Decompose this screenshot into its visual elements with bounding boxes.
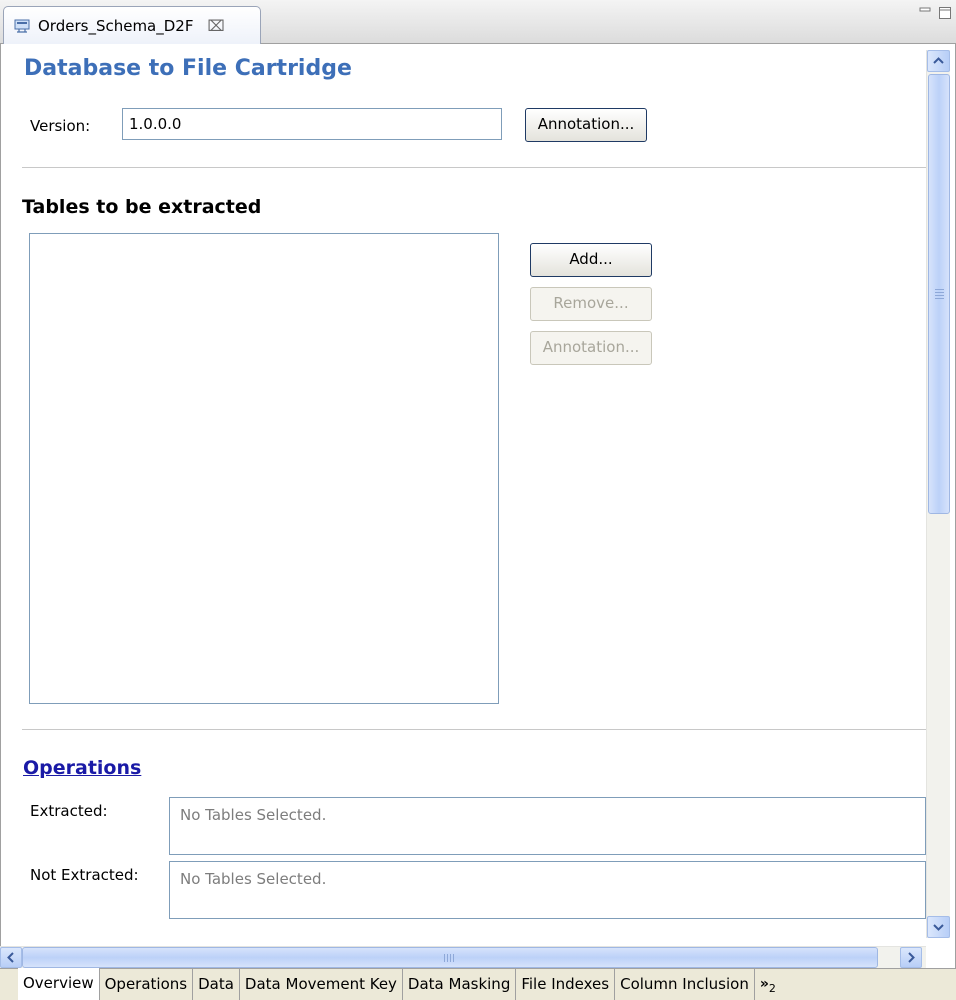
operations-link[interactable]: Operations <box>23 757 141 779</box>
grip-line <box>447 954 448 962</box>
minimize-icon[interactable] <box>918 6 932 18</box>
editor-tab-strip: Orders_Schema_D2F ⌧ <box>0 0 956 44</box>
horizontal-scroll-thumb[interactable] <box>22 947 878 968</box>
scroll-down-button[interactable] <box>927 916 950 938</box>
vertical-scroll-thumb[interactable] <box>928 74 950 514</box>
page-tab-data-masking[interactable]: Data Masking <box>403 969 517 1000</box>
grip-line <box>935 295 944 296</box>
scroll-up-button[interactable] <box>927 50 950 72</box>
close-icon[interactable]: ⌧ <box>207 17 224 35</box>
remove-table-button[interactable]: Remove... <box>530 287 652 321</box>
page-tab-data[interactable]: Data <box>193 969 240 1000</box>
vertical-scrollbar[interactable] <box>926 50 950 938</box>
horizontal-scrollbar[interactable] <box>0 946 926 968</box>
scroll-left-button[interactable] <box>0 947 22 968</box>
not-extracted-field: No Tables Selected. <box>169 861 926 919</box>
grip-line <box>935 298 944 299</box>
maximize-icon[interactable] <box>938 6 952 20</box>
tables-heading: Tables to be extracted <box>22 196 262 218</box>
cartridge-editor-icon <box>14 19 30 33</box>
page-tab-data-movement-key[interactable]: Data Movement Key <box>240 969 403 1000</box>
page-tab-bar: Overview Operations Data Data Movement K… <box>0 968 956 1000</box>
overflow-icon: » <box>759 976 769 992</box>
page-tab-file-indexes[interactable]: File Indexes <box>516 969 616 1000</box>
chevron-right-icon <box>908 952 915 963</box>
page-tab-column-inclusion[interactable]: Column Inclusion <box>615 969 755 1000</box>
overflow-count: 2 <box>768 981 776 995</box>
not-extracted-label: Not Extracted: <box>30 866 139 884</box>
extracted-field: No Tables Selected. <box>169 797 926 855</box>
grip-line <box>444 954 445 962</box>
add-table-button[interactable]: Add... <box>530 243 652 277</box>
scroll-right-button[interactable] <box>900 947 922 968</box>
grip-line <box>935 292 944 293</box>
form-title: Database to File Cartridge <box>24 56 352 81</box>
version-input[interactable] <box>122 108 502 140</box>
page-tab-overview[interactable]: Overview <box>18 968 100 1000</box>
grip-line <box>453 954 454 962</box>
chevron-left-icon <box>7 952 14 963</box>
table-annotation-button[interactable]: Annotation... <box>530 331 652 365</box>
editor-tab-title: Orders_Schema_D2F <box>38 16 194 35</box>
editor-tab[interactable]: Orders_Schema_D2F ⌧ <box>3 6 261 44</box>
grip-line <box>450 954 451 962</box>
section-divider <box>22 167 926 168</box>
section-divider <box>22 729 926 730</box>
more-tabs-button[interactable]: »2 <box>755 969 781 1000</box>
version-annotation-button[interactable]: Annotation... <box>525 108 647 142</box>
chevron-down-icon <box>933 924 944 931</box>
tables-list[interactable] <box>29 233 499 704</box>
extracted-label: Extracted: <box>30 802 108 820</box>
version-label: Version: <box>30 117 91 135</box>
chevron-up-icon <box>933 57 944 64</box>
grip-line <box>935 289 944 290</box>
page-tab-operations[interactable]: Operations <box>100 969 194 1000</box>
